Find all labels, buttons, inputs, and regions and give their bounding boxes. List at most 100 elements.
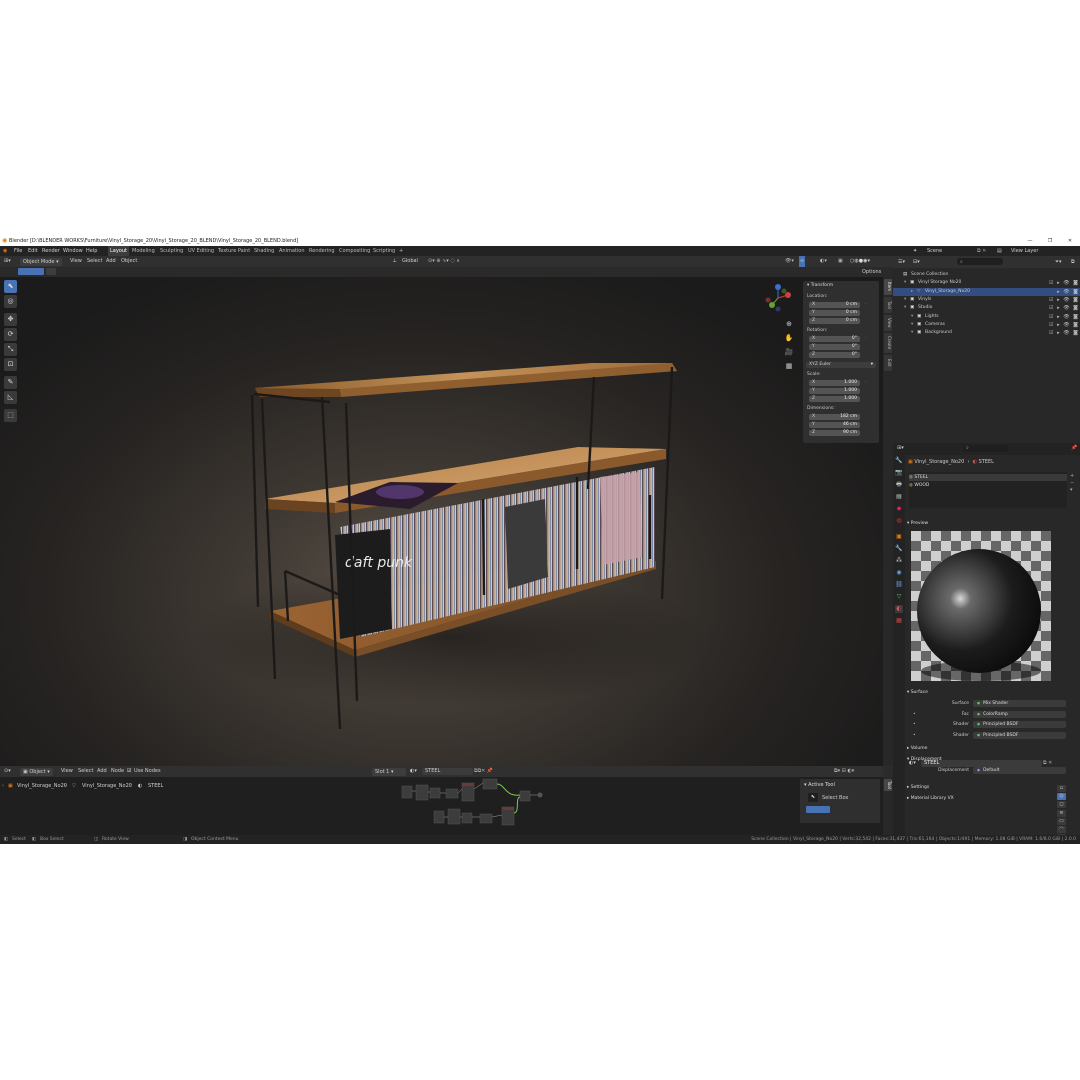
expand-socket-icon[interactable]: • bbox=[913, 721, 916, 729]
location-x-field[interactable]: X 0 cm bbox=[809, 302, 860, 308]
visibility-icon[interactable]: 👁▾ bbox=[785, 256, 794, 267]
new-collection-icon[interactable]: ⧉ bbox=[1071, 256, 1075, 268]
hair-preview-icon[interactable]: ≋ bbox=[1057, 809, 1066, 817]
object-mode-dropdown[interactable]: Object Mode ▾ bbox=[20, 257, 62, 266]
node-menu-node[interactable]: Node bbox=[111, 766, 124, 777]
add-workspace-button[interactable]: + bbox=[399, 246, 403, 256]
rotate-tool-icon[interactable]: ⟳ bbox=[4, 328, 17, 341]
viewport-menu-view[interactable]: View bbox=[70, 256, 82, 267]
view-layer-tab-icon[interactable]: ▤ bbox=[895, 493, 903, 501]
rotation-x-field[interactable]: X 0° bbox=[809, 336, 860, 342]
displacement-socket-field[interactable]: Default bbox=[973, 767, 1066, 774]
scale-z-field[interactable]: Z 1.000 bbox=[809, 396, 860, 402]
world-tab-icon[interactable]: ◍ bbox=[895, 517, 903, 525]
node-menu-select[interactable]: Select bbox=[78, 766, 93, 777]
cursor-tool-icon[interactable]: ◎ bbox=[4, 295, 17, 308]
keyframe-dot-icon[interactable]: · bbox=[865, 379, 871, 385]
constraints-tab-icon[interactable]: ⛓ bbox=[895, 581, 903, 589]
shader-socket-field[interactable]: Mix Shader bbox=[973, 700, 1066, 707]
orientation-dropdown[interactable]: Global bbox=[402, 256, 418, 267]
shader-socket-field[interactable]: Principled BSDF bbox=[973, 731, 1066, 739]
data-tab-icon[interactable]: ▽ bbox=[895, 593, 903, 601]
scene-name[interactable]: Scene bbox=[927, 246, 942, 256]
rotation-y-field[interactable]: Y 0° bbox=[809, 344, 860, 350]
select-box-icon[interactable]: ⬉ bbox=[808, 793, 818, 802]
overlay-icon[interactable]: ◐▾ bbox=[820, 256, 827, 267]
view-layer-name[interactable]: View Layer bbox=[1011, 246, 1038, 256]
dimensions-z-field[interactable]: Z 90 cm bbox=[809, 430, 860, 436]
shader-socket-field[interactable]: Principled BSDF bbox=[973, 721, 1066, 728]
outliner-row[interactable]: ▾ ▣ Vinyl Storage No20 ☑ ▸ 👁 ◙ bbox=[893, 279, 1080, 287]
scale-tool-icon[interactable]: ⤡ bbox=[4, 343, 17, 356]
node-material-name-field[interactable]: STEEL bbox=[422, 768, 473, 775]
tab-shading[interactable]: Shading bbox=[254, 246, 274, 256]
expand-arrow-icon[interactable]: ▾ bbox=[904, 304, 906, 312]
preview-section-header[interactable]: ▾ Preview bbox=[907, 519, 1077, 528]
menu-help[interactable]: Help bbox=[86, 246, 97, 256]
material-slot-steel[interactable]: ◍ STEEL bbox=[909, 474, 1067, 481]
visibility-toggle-icons[interactable]: ☑ ▸ 👁 ◙ bbox=[1049, 321, 1079, 329]
node-editor-canvas[interactable] bbox=[0, 777, 883, 835]
shading-modes-icon[interactable]: ○◍●◉▾ bbox=[850, 256, 870, 267]
output-tab-icon[interactable]: 🖶 bbox=[895, 481, 903, 489]
slot-add-remove-icon[interactable]: + − ▾ bbox=[1070, 473, 1074, 494]
keyframe-dot-icon[interactable]: · bbox=[865, 335, 871, 341]
expand-arrow-icon[interactable]: ▸ bbox=[911, 288, 913, 296]
menu-edit[interactable]: Edit bbox=[28, 246, 38, 256]
select-tool-icon[interactable]: ⬉ bbox=[4, 280, 17, 293]
visibility-toggle-icons[interactable]: ☑ ▸ 👁 ◙ bbox=[1049, 313, 1079, 321]
displacement-section-header[interactable]: ▾ Displacement bbox=[907, 755, 1077, 764]
viewport-menu-select[interactable]: Select bbox=[87, 256, 102, 267]
tab-tool[interactable]: Tool bbox=[884, 779, 892, 791]
tab-create[interactable]: Create bbox=[884, 333, 892, 353]
use-nodes-checkbox[interactable]: ☑ bbox=[127, 766, 131, 777]
3d-viewport[interactable]: daft punk bbox=[0, 277, 883, 766]
material-slot-wood[interactable]: ◍ WOOD bbox=[909, 482, 1067, 489]
outliner-row[interactable]: ▾ ▣ Studio ☑ ▸ 👁 ◙ bbox=[893, 304, 1080, 312]
material-actions-icon[interactable]: ⧉⧉✕ 📌 bbox=[474, 766, 493, 777]
object-tab-icon[interactable]: ▣ bbox=[895, 533, 903, 541]
material-tab-icon[interactable]: ◐ bbox=[895, 605, 903, 613]
transform-affect-icon[interactable] bbox=[46, 268, 56, 275]
location-z-field[interactable]: Z 0 cm bbox=[809, 318, 860, 324]
tab-edit[interactable]: Edit bbox=[884, 355, 892, 371]
tab-scripting[interactable]: Scripting bbox=[373, 246, 395, 256]
maximize-button[interactable]: ❐ bbox=[1040, 236, 1060, 246]
editor-type-icon[interactable]: ⊙▾ bbox=[4, 766, 11, 777]
outliner-row[interactable]: ▾ ▣ Lights ☑ ▸ 👁 ◙ bbox=[893, 313, 1080, 321]
minimize-button[interactable]: — bbox=[1020, 236, 1040, 246]
perspective-grid-icon[interactable]: ▦ bbox=[783, 360, 795, 372]
pivot-icon[interactable]: ⊙▾ ⊕ ∿▾ ◌ ∧ bbox=[428, 256, 460, 267]
filter-mode-icon[interactable]: ⊟▾ bbox=[913, 256, 920, 268]
outliner-row[interactable]: ▾ ▣ Background ☑ ▸ 👁 ◙ bbox=[893, 329, 1080, 337]
tool-tab-icon[interactable]: 🔧 bbox=[895, 457, 903, 465]
options-dropdown[interactable]: Options bbox=[862, 267, 881, 277]
outliner-search-input[interactable] bbox=[957, 258, 1003, 265]
visibility-toggle-icons[interactable]: ☑ ▸ 👁 ◙ bbox=[1049, 279, 1079, 287]
location-y-field[interactable]: Y 0 cm bbox=[809, 310, 860, 316]
expand-arrow-icon[interactable]: ▾ bbox=[904, 279, 906, 287]
visibility-toggle-icons[interactable]: ☑ ▸ 👁 ◙ bbox=[1049, 329, 1079, 337]
plane-preview-icon[interactable]: ▭ bbox=[1057, 817, 1066, 825]
tab-view[interactable]: View bbox=[884, 315, 892, 331]
settings-section-header[interactable]: ▸ Settings bbox=[907, 783, 1077, 792]
viewport-menu-add[interactable]: Add bbox=[106, 256, 116, 267]
outliner-row[interactable]: ▸ ▽ Vinyl_Storage_No20 ▸ 👁 ◙ bbox=[893, 287, 1080, 296]
render-tab-icon[interactable]: 📷 bbox=[895, 469, 903, 477]
zoom-icon[interactable]: ⊕ bbox=[783, 318, 795, 330]
overlay-snap-icons[interactable]: ⧉▾ ⊟ ◐▾ bbox=[834, 767, 854, 776]
scale-x-field[interactable]: X 1.000 bbox=[809, 380, 860, 386]
volume-section-header[interactable]: ▸ Volume bbox=[907, 744, 1077, 753]
scene-actions-icon[interactable]: ⧉ ✕ bbox=[977, 246, 986, 256]
cloth-preview-icon[interactable]: ◠ bbox=[1057, 826, 1066, 833]
transform-tool-icon[interactable]: ⊡ bbox=[4, 358, 17, 371]
physics-tab-icon[interactable]: ◉ bbox=[895, 569, 903, 577]
expand-arrow-icon[interactable]: ▾ bbox=[911, 321, 913, 329]
gizmo-toggle-icon[interactable]: ⊹ bbox=[799, 256, 806, 267]
xray-icon[interactable]: ▣ bbox=[838, 256, 843, 267]
particles-tab-icon[interactable]: ⁂ bbox=[895, 557, 903, 565]
slot-dropdown[interactable]: Slot 1 ▾ bbox=[372, 767, 406, 776]
tab-layout[interactable]: Layout bbox=[108, 246, 129, 256]
tab-uv-editing[interactable]: UV Editing bbox=[188, 246, 214, 256]
display-mode-icon[interactable]: ☰▾ bbox=[898, 256, 905, 268]
